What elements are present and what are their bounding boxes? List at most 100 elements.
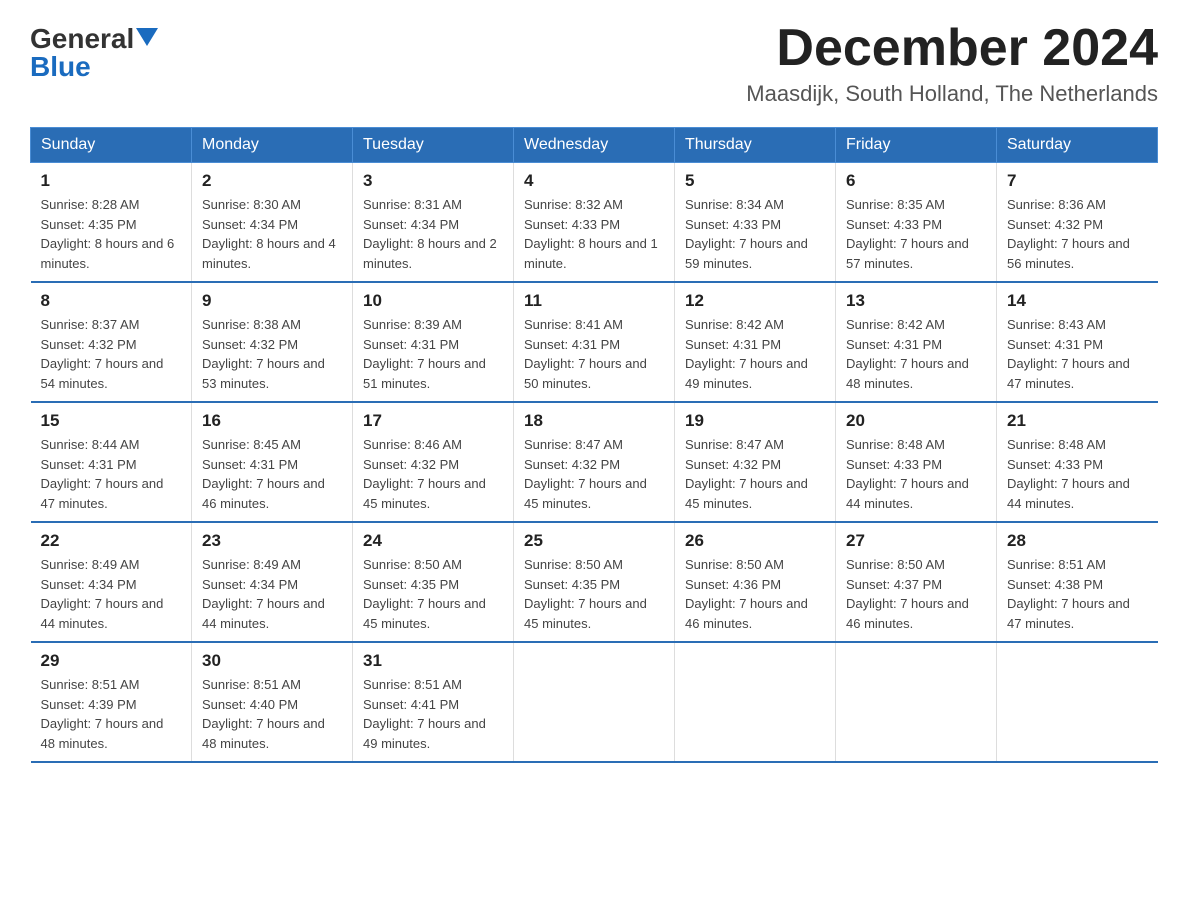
calendar-cell (836, 642, 997, 762)
day-info: Sunrise: 8:50 AM Sunset: 4:36 PM Dayligh… (685, 555, 825, 633)
calendar-cell: 13 Sunrise: 8:42 AM Sunset: 4:31 PM Dayl… (836, 282, 997, 402)
calendar-cell: 26 Sunrise: 8:50 AM Sunset: 4:36 PM Dayl… (675, 522, 836, 642)
day-info: Sunrise: 8:51 AM Sunset: 4:40 PM Dayligh… (202, 675, 342, 753)
calendar-cell: 2 Sunrise: 8:30 AM Sunset: 4:34 PM Dayli… (192, 163, 353, 283)
calendar-week-row: 15 Sunrise: 8:44 AM Sunset: 4:31 PM Dayl… (31, 402, 1158, 522)
calendar-week-row: 8 Sunrise: 8:37 AM Sunset: 4:32 PM Dayli… (31, 282, 1158, 402)
calendar-cell: 10 Sunrise: 8:39 AM Sunset: 4:31 PM Dayl… (353, 282, 514, 402)
calendar-cell: 1 Sunrise: 8:28 AM Sunset: 4:35 PM Dayli… (31, 163, 192, 283)
day-number: 30 (202, 651, 342, 671)
day-info: Sunrise: 8:51 AM Sunset: 4:38 PM Dayligh… (1007, 555, 1148, 633)
day-number: 24 (363, 531, 503, 551)
day-info: Sunrise: 8:41 AM Sunset: 4:31 PM Dayligh… (524, 315, 664, 393)
day-number: 7 (1007, 171, 1148, 191)
calendar-cell: 5 Sunrise: 8:34 AM Sunset: 4:33 PM Dayli… (675, 163, 836, 283)
calendar-cell: 17 Sunrise: 8:46 AM Sunset: 4:32 PM Dayl… (353, 402, 514, 522)
day-info: Sunrise: 8:31 AM Sunset: 4:34 PM Dayligh… (363, 195, 503, 273)
day-info: Sunrise: 8:42 AM Sunset: 4:31 PM Dayligh… (846, 315, 986, 393)
header-monday: Monday (192, 128, 353, 163)
day-number: 18 (524, 411, 664, 431)
calendar-cell: 22 Sunrise: 8:49 AM Sunset: 4:34 PM Dayl… (31, 522, 192, 642)
calendar-cell: 7 Sunrise: 8:36 AM Sunset: 4:32 PM Dayli… (997, 163, 1158, 283)
calendar-cell: 14 Sunrise: 8:43 AM Sunset: 4:31 PM Dayl… (997, 282, 1158, 402)
day-info: Sunrise: 8:34 AM Sunset: 4:33 PM Dayligh… (685, 195, 825, 273)
calendar-body: 1 Sunrise: 8:28 AM Sunset: 4:35 PM Dayli… (31, 163, 1158, 763)
day-number: 26 (685, 531, 825, 551)
day-info: Sunrise: 8:37 AM Sunset: 4:32 PM Dayligh… (41, 315, 182, 393)
calendar-cell (997, 642, 1158, 762)
calendar-cell: 29 Sunrise: 8:51 AM Sunset: 4:39 PM Dayl… (31, 642, 192, 762)
header-thursday: Thursday (675, 128, 836, 163)
day-number: 9 (202, 291, 342, 311)
day-number: 31 (363, 651, 503, 671)
day-number: 2 (202, 171, 342, 191)
header-tuesday: Tuesday (353, 128, 514, 163)
calendar-cell: 20 Sunrise: 8:48 AM Sunset: 4:33 PM Dayl… (836, 402, 997, 522)
calendar-cell: 18 Sunrise: 8:47 AM Sunset: 4:32 PM Dayl… (514, 402, 675, 522)
day-info: Sunrise: 8:51 AM Sunset: 4:41 PM Dayligh… (363, 675, 503, 753)
day-number: 6 (846, 171, 986, 191)
day-info: Sunrise: 8:47 AM Sunset: 4:32 PM Dayligh… (685, 435, 825, 513)
calendar-cell: 4 Sunrise: 8:32 AM Sunset: 4:33 PM Dayli… (514, 163, 675, 283)
page-header: General Blue December 2024 Maasdijk, Sou… (30, 20, 1158, 107)
day-number: 21 (1007, 411, 1148, 431)
logo-blue-text: Blue (30, 53, 91, 81)
day-number: 4 (524, 171, 664, 191)
calendar-cell: 12 Sunrise: 8:42 AM Sunset: 4:31 PM Dayl… (675, 282, 836, 402)
calendar-cell: 16 Sunrise: 8:45 AM Sunset: 4:31 PM Dayl… (192, 402, 353, 522)
day-info: Sunrise: 8:50 AM Sunset: 4:37 PM Dayligh… (846, 555, 986, 633)
day-info: Sunrise: 8:49 AM Sunset: 4:34 PM Dayligh… (202, 555, 342, 633)
calendar-cell: 27 Sunrise: 8:50 AM Sunset: 4:37 PM Dayl… (836, 522, 997, 642)
calendar-week-row: 29 Sunrise: 8:51 AM Sunset: 4:39 PM Dayl… (31, 642, 1158, 762)
day-info: Sunrise: 8:32 AM Sunset: 4:33 PM Dayligh… (524, 195, 664, 273)
day-info: Sunrise: 8:47 AM Sunset: 4:32 PM Dayligh… (524, 435, 664, 513)
day-number: 3 (363, 171, 503, 191)
calendar-week-row: 22 Sunrise: 8:49 AM Sunset: 4:34 PM Dayl… (31, 522, 1158, 642)
day-number: 10 (363, 291, 503, 311)
day-number: 16 (202, 411, 342, 431)
day-info: Sunrise: 8:48 AM Sunset: 4:33 PM Dayligh… (1007, 435, 1148, 513)
day-info: Sunrise: 8:36 AM Sunset: 4:32 PM Dayligh… (1007, 195, 1148, 273)
logo: General Blue (30, 20, 158, 81)
day-info: Sunrise: 8:38 AM Sunset: 4:32 PM Dayligh… (202, 315, 342, 393)
calendar-cell: 21 Sunrise: 8:48 AM Sunset: 4:33 PM Dayl… (997, 402, 1158, 522)
day-info: Sunrise: 8:46 AM Sunset: 4:32 PM Dayligh… (363, 435, 503, 513)
day-info: Sunrise: 8:39 AM Sunset: 4:31 PM Dayligh… (363, 315, 503, 393)
calendar-cell: 30 Sunrise: 8:51 AM Sunset: 4:40 PM Dayl… (192, 642, 353, 762)
day-info: Sunrise: 8:45 AM Sunset: 4:31 PM Dayligh… (202, 435, 342, 513)
calendar-header: Sunday Monday Tuesday Wednesday Thursday… (31, 128, 1158, 163)
day-number: 20 (846, 411, 986, 431)
location-subtitle: Maasdijk, South Holland, The Netherlands (746, 81, 1158, 107)
day-number: 1 (41, 171, 182, 191)
day-info: Sunrise: 8:30 AM Sunset: 4:34 PM Dayligh… (202, 195, 342, 273)
day-number: 23 (202, 531, 342, 551)
calendar-cell (514, 642, 675, 762)
day-number: 17 (363, 411, 503, 431)
day-number: 5 (685, 171, 825, 191)
calendar-table: Sunday Monday Tuesday Wednesday Thursday… (30, 127, 1158, 763)
calendar-cell: 28 Sunrise: 8:51 AM Sunset: 4:38 PM Dayl… (997, 522, 1158, 642)
calendar-cell: 25 Sunrise: 8:50 AM Sunset: 4:35 PM Dayl… (514, 522, 675, 642)
day-number: 19 (685, 411, 825, 431)
header-wednesday: Wednesday (514, 128, 675, 163)
day-number: 28 (1007, 531, 1148, 551)
header-sunday: Sunday (31, 128, 192, 163)
day-info: Sunrise: 8:43 AM Sunset: 4:31 PM Dayligh… (1007, 315, 1148, 393)
calendar-cell: 19 Sunrise: 8:47 AM Sunset: 4:32 PM Dayl… (675, 402, 836, 522)
day-number: 8 (41, 291, 182, 311)
calendar-cell: 15 Sunrise: 8:44 AM Sunset: 4:31 PM Dayl… (31, 402, 192, 522)
day-info: Sunrise: 8:42 AM Sunset: 4:31 PM Dayligh… (685, 315, 825, 393)
day-info: Sunrise: 8:49 AM Sunset: 4:34 PM Dayligh… (41, 555, 182, 633)
day-number: 27 (846, 531, 986, 551)
calendar-week-row: 1 Sunrise: 8:28 AM Sunset: 4:35 PM Dayli… (31, 163, 1158, 283)
day-info: Sunrise: 8:51 AM Sunset: 4:39 PM Dayligh… (41, 675, 182, 753)
calendar-cell: 6 Sunrise: 8:35 AM Sunset: 4:33 PM Dayli… (836, 163, 997, 283)
day-number: 13 (846, 291, 986, 311)
day-number: 22 (41, 531, 182, 551)
day-number: 12 (685, 291, 825, 311)
day-number: 25 (524, 531, 664, 551)
header-saturday: Saturday (997, 128, 1158, 163)
month-year-title: December 2024 (746, 20, 1158, 77)
day-info: Sunrise: 8:35 AM Sunset: 4:33 PM Dayligh… (846, 195, 986, 273)
logo-general-text: General (30, 25, 134, 53)
